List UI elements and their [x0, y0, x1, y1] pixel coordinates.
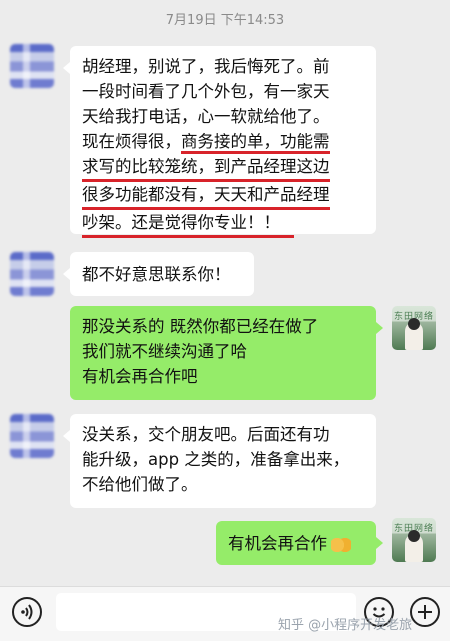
message-line: 天给我打电话，心一软就给他了。	[82, 107, 330, 126]
contact-avatar[interactable]	[10, 44, 54, 88]
voice-icon	[21, 604, 33, 620]
message-line: 求写的比较笼统，到产品经理这边	[82, 154, 330, 182]
message-text-segment: 现在烦得很，	[82, 132, 181, 151]
contact-avatar[interactable]	[10, 252, 54, 296]
self-avatar[interactable]: 东田网络	[392, 306, 436, 350]
message-bubble-incoming[interactable]: 没关系，交个朋友吧。后面还有功 能升级，app 之类的，准备拿出来， 不给他们做…	[63, 414, 376, 508]
zhihu-watermark: 知乎 @小程序开发老旅	[278, 618, 413, 633]
plus-icon	[418, 605, 432, 619]
avatar-head	[408, 318, 420, 330]
self-avatar[interactable]: 东田网络	[392, 518, 436, 562]
message-line: 我们就不继续沟通了哈	[82, 342, 247, 361]
message-line: 吵架。还是觉得你专业！！	[82, 210, 294, 238]
voice-button[interactable]	[12, 597, 42, 627]
message-line: 一段时间看了几个外包，有一家天	[82, 82, 330, 101]
message-line: 有机会再合作	[228, 531, 364, 556]
message-bubble-outgoing[interactable]: 有机会再合作	[216, 521, 383, 565]
message-text: 有机会再合作	[228, 534, 327, 553]
contact-avatar[interactable]	[10, 414, 54, 458]
message-line: 很多功能都没有，天天和产品经理	[82, 182, 330, 210]
message-bubble-incoming[interactable]: 都不好意思联系你！	[63, 252, 254, 296]
message-line: 胡经理，别说了，我后悔死了。前	[82, 57, 330, 76]
plus-button[interactable]	[410, 597, 440, 627]
message-line: 能升级，app 之类的，准备拿出来，	[82, 450, 350, 469]
message-bubble-outgoing[interactable]: 那没关系的 既然你都已经在做了 我们就不继续沟通了哈 有机会再合作吧	[70, 306, 383, 400]
message-line: 没关系，交个朋友吧。后面还有功	[82, 425, 330, 444]
avatar-head	[408, 530, 420, 542]
underline-highlight: 商务接的单，功能需	[181, 132, 330, 154]
handshake-emoji-icon	[331, 537, 351, 552]
message-line: 现在烦得很，商务接的单，功能需	[82, 129, 364, 154]
message-bubble-incoming[interactable]: 胡经理，别说了，我后悔死了。前 一段时间看了几个外包，有一家天 天给我打电话，心…	[63, 46, 376, 238]
message-line: 都不好意思联系你！	[82, 265, 231, 284]
message-line: 有机会再合作吧	[82, 367, 198, 386]
message-line: 那没关系的 既然你都已经在做了	[82, 317, 319, 336]
message-line: 不给他们做了。	[82, 475, 198, 494]
chat-timestamp: 7月19日 下午14:53	[165, 13, 285, 28]
